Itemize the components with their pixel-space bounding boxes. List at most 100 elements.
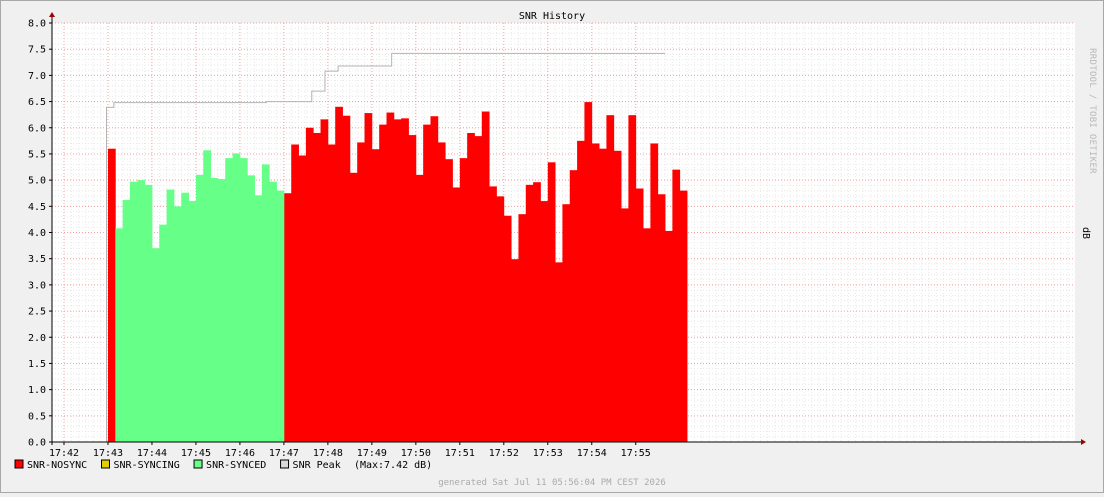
x-tick-label: 17:49 (357, 448, 387, 459)
data-bar-snr-synced (261, 164, 270, 442)
data-bar-snr-nosync (577, 140, 585, 442)
y-tick-label: 7.0 (28, 71, 46, 82)
x-tick-label: 17:42 (49, 448, 79, 459)
legend-label: SNR Peak (293, 460, 341, 471)
data-bar-snr-synced (115, 228, 124, 442)
data-bar-snr-nosync (569, 170, 578, 442)
y-tick-label: 1.0 (28, 385, 46, 396)
data-bar-snr-nosync (298, 155, 307, 443)
data-bar-snr-nosync (591, 143, 600, 442)
data-bar-snr-nosync (503, 215, 512, 442)
data-bar-snr-nosync (386, 112, 395, 442)
legend-label: SNR-SYNCED (206, 460, 266, 471)
x-tick-label: 17:55 (621, 448, 651, 459)
y-tick-label: 5.5 (28, 149, 46, 160)
x-tick-label: 17:46 (225, 448, 255, 459)
legend-label: SNR-NOSYNC (27, 460, 87, 471)
y-tick-label: 3.0 (28, 280, 46, 291)
data-bar-snr-nosync (371, 149, 380, 442)
data-bar-snr-nosync (540, 201, 549, 442)
data-bar-snr-nosync (437, 142, 446, 443)
data-bar-snr-nosync (533, 182, 541, 442)
data-bar-snr-synced (166, 189, 175, 442)
data-bar-snr-synced (217, 179, 226, 442)
data-bar-snr-synced (195, 174, 204, 442)
data-bar-snr-nosync (599, 148, 607, 442)
data-bar-snr-nosync (452, 187, 461, 442)
y-tick-label: 0.0 (28, 438, 46, 449)
data-bar-snr-nosync (606, 115, 615, 443)
snr-history-chart: 0.0 0.5 1.0 1.5 2.0 2.5 3.0 3.5 4.0 4.5 5.0 5.5 6.0 6… (14, 11, 1097, 488)
data-bar-snr-nosync (496, 196, 505, 442)
y-tick-label: 4.5 (28, 202, 46, 213)
legend-swatch (280, 459, 290, 469)
data-bar-snr-nosync (327, 144, 336, 442)
rrd-graph-frame: 0.0 0.5 1.0 1.5 2.0 2.5 3.0 3.5 4.0 4.5 5.0 5.5 6.0 6… (0, 0, 1104, 493)
data-bar-snr-nosync (357, 142, 365, 443)
data-bar-snr-synced (276, 190, 285, 442)
data-bar-snr-nosync (665, 230, 673, 442)
data-bar-snr-nosync (584, 102, 593, 443)
data-bar-snr-synced (232, 153, 241, 442)
data-bar-snr-nosync (320, 119, 329, 443)
data-bar-snr-nosync (349, 172, 358, 443)
data-bar-snr-nosync (547, 162, 556, 442)
x-tick-label: 17:43 (93, 448, 123, 459)
data-bar-snr-synced (144, 184, 153, 442)
x-axis-arrow (1081, 439, 1086, 445)
data-bar-snr-nosync (393, 119, 402, 443)
data-bar-snr-nosync (379, 124, 387, 443)
data-bar-snr-nosync (621, 208, 629, 442)
data-bar-snr-synced (239, 158, 248, 442)
legend-swatch (193, 459, 203, 469)
data-bar-snr-synced (188, 201, 197, 442)
y-axis-label: dB (1080, 227, 1091, 239)
data-bar-snr-nosync (107, 148, 116, 442)
y-tick-label: 7.5 (28, 45, 46, 56)
data-bar-snr-nosync (305, 127, 314, 442)
y-tick-label: 0.5 (28, 411, 46, 422)
legend-label: SNR-SYNCING (114, 460, 180, 471)
data-bar-snr-nosync (459, 158, 468, 442)
data-bar-snr-synced (269, 181, 277, 443)
chart-title: SNR History (519, 11, 585, 22)
y-tick-label: 5.0 (28, 176, 46, 187)
data-bar-snr-nosync (342, 115, 351, 443)
data-bar-snr-nosync (489, 186, 497, 442)
data-bar-snr-nosync (628, 115, 637, 443)
data-bar-snr-nosync (511, 259, 519, 442)
data-bar-snr-nosync (518, 214, 527, 442)
data-bar-snr-synced (129, 181, 138, 443)
data-bar-snr-synced (225, 158, 233, 442)
data-bar-snr-nosync (650, 143, 659, 442)
x-tick-label: 17:48 (313, 448, 343, 459)
data-bar-snr-nosync (415, 174, 424, 442)
y-tick-label: 2.5 (28, 307, 46, 318)
data-bar-snr-nosync (555, 262, 563, 442)
data-bar-snr-synced (247, 175, 255, 442)
data-bar-snr-nosync (291, 144, 299, 442)
data-bar-snr-nosync (525, 184, 534, 442)
footer-generated: generated Sat Jul 11 05:56:04 PM CEST 20… (438, 478, 666, 488)
data-bar-snr-synced (181, 192, 190, 442)
data-bar-snr-nosync (430, 116, 439, 442)
data-bar-snr-synced (159, 224, 168, 442)
data-bar-snr-nosync (679, 190, 688, 442)
data-bar-snr-synced (122, 200, 131, 442)
data-bar-snr-nosync (467, 132, 475, 443)
x-tick-label: 17:53 (533, 448, 563, 459)
y-tick-label: 4.0 (28, 228, 46, 239)
data-bar-snr-synced (210, 178, 219, 442)
data-bar-snr-synced (151, 248, 160, 442)
legend: SNR-NOSYNC SNR-SYNCING SNR-SYNCED SNR Peak (… (14, 459, 432, 471)
x-tick-label: 17:54 (577, 448, 607, 459)
data-bar-snr-nosync (613, 150, 622, 443)
data-bar-snr-nosync (643, 228, 651, 442)
data-bar-snr-nosync (313, 132, 321, 443)
y-tick-labels: 0.0 0.5 1.0 1.5 2.0 2.5 3.0 3.5 4.0 4.5 5.0 5.5 6.0 6… (28, 19, 52, 449)
y-axis-arrow (49, 12, 55, 17)
x-tick-labels: 17:42 17:43 17:44 17:45 17:46 17:47 17:48 17:49… (49, 442, 651, 459)
data-bar-snr-nosync (481, 111, 490, 443)
x-tick-label: 17:44 (137, 448, 167, 459)
data-bar-snr-synced (254, 195, 263, 442)
